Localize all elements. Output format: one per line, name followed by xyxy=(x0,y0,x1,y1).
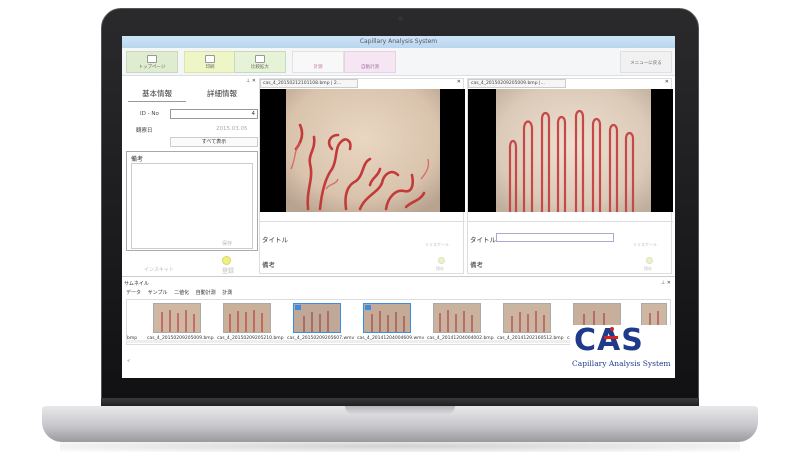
save-icon xyxy=(438,257,445,264)
viewer-divider xyxy=(260,212,465,222)
logo-subtitle: Capillary Analysis System xyxy=(572,359,671,368)
thumbnail-title: サムネイル xyxy=(124,281,149,287)
back-to-menu-button[interactable]: メニューに戻る xyxy=(620,51,672,73)
logo-accent-dot xyxy=(610,327,614,331)
measure-label: 計測 xyxy=(313,65,323,70)
laptop-notch xyxy=(345,406,455,414)
viewer-save-button[interactable]: 保存 xyxy=(436,266,444,272)
tab-data[interactable]: データ xyxy=(126,290,141,296)
viewer-memo-label: 備考 xyxy=(262,261,275,269)
capillary-photo-left xyxy=(286,89,440,212)
viewer-title-label: タイトル xyxy=(262,236,288,244)
window-title: Capillary Analysis System xyxy=(122,36,675,48)
scroll-left-icon[interactable]: < xyxy=(127,358,130,363)
toolbar: トップページ 印刷 比較拡大 計測 自動計測 メニューに戻る xyxy=(122,48,675,76)
insert-button[interactable]: インスキャト xyxy=(144,266,174,273)
capillary-image-left xyxy=(260,89,465,212)
tab-detail-info[interactable]: 詳細情報 xyxy=(192,86,252,102)
info-panel: ⊥ ✕ 基本情報 詳細情報 ID - No 4 観察日 2015.03.05 す… xyxy=(124,78,258,275)
image-viewer-right: cas_4_20150209205009.bmp |... ✕ タイトル ミリス… xyxy=(467,78,673,274)
capillary-image-right xyxy=(468,89,673,212)
close-icon[interactable]: ✕ xyxy=(457,79,461,85)
thumbnail-item[interactable] xyxy=(363,303,411,333)
viewer-save-button[interactable]: 保存 xyxy=(644,266,652,272)
compare-label: 比較拡大 xyxy=(251,65,269,70)
mark-button[interactable]: ミリスケール xyxy=(425,242,449,248)
app-screen: Capillary Analysis System トップページ 印刷 比較拡大… xyxy=(122,36,675,378)
tab-basic-info[interactable]: 基本情報 xyxy=(128,86,186,102)
print-label: 印刷 xyxy=(205,65,215,70)
viewer-memo-label: 備考 xyxy=(470,261,483,269)
memo-save-button[interactable]: 保存 xyxy=(222,240,232,247)
tab-measure[interactable]: 計測 xyxy=(222,290,232,296)
thumbnail-image xyxy=(434,304,480,332)
register-icon xyxy=(222,256,231,265)
measure-button[interactable]: 計測 xyxy=(292,51,344,73)
memo-textarea[interactable]: 保存 xyxy=(131,163,253,249)
date-label: 観察日 xyxy=(136,128,153,134)
tab-auto-measure[interactable]: 自動計測 xyxy=(196,290,216,296)
auto-measure-button[interactable]: 自動計測 xyxy=(344,51,396,73)
print-button[interactable]: 印刷 xyxy=(184,51,236,73)
mark-button[interactable]: ミリスケール xyxy=(633,242,657,248)
thumbnail-item[interactable] xyxy=(223,303,271,333)
image-viewer-left: cas_4_20150212101108.bmp | 2... ✕ タイトル ミ… xyxy=(259,78,465,274)
viewer-divider xyxy=(468,212,673,222)
register-button[interactable]: 登録 xyxy=(222,266,234,275)
memo-box: 備考 保存 xyxy=(126,151,258,251)
thumbnail-tabs: データ サンプル 二値化 自動計測 計測 xyxy=(126,289,237,296)
viewer-title-label: タイトル xyxy=(470,236,496,244)
home-icon xyxy=(147,55,157,63)
top-page-label: トップページ xyxy=(138,65,166,70)
thumbnail-item[interactable] xyxy=(503,303,551,333)
thumbnail-image xyxy=(154,304,200,332)
thumbnail-item[interactable] xyxy=(153,303,201,333)
save-icon xyxy=(646,257,653,264)
tab-binarize[interactable]: 二値化 xyxy=(174,290,189,296)
logo-text: CAS xyxy=(574,323,644,358)
date-value[interactable]: 2015.03.05 xyxy=(216,126,248,132)
pin-close-icon[interactable]: ⊥ ✕ xyxy=(246,78,256,84)
viewer-tab-right[interactable]: cas_4_20150209205009.bmp |... xyxy=(468,79,566,88)
printer-icon xyxy=(205,55,215,63)
pin-close-icon[interactable]: ⊥ ✕ xyxy=(661,280,671,286)
top-page-button[interactable]: トップページ xyxy=(126,51,178,73)
compare-button[interactable]: 比較拡大 xyxy=(234,51,286,73)
tab-sample[interactable]: サンプル xyxy=(148,290,168,296)
thumbnail-item[interactable] xyxy=(433,303,481,333)
thumbnail-item[interactable] xyxy=(293,303,341,333)
title-input[interactable] xyxy=(496,233,614,242)
auto-measure-label: 自動計測 xyxy=(361,65,379,70)
viewer-tab-left[interactable]: cas_4_20150212101108.bmp | 2... xyxy=(260,79,358,88)
camera-icon xyxy=(398,16,403,21)
thumbnail-image xyxy=(364,304,410,332)
logo-accent-bar xyxy=(604,336,618,339)
capillary-photo-right xyxy=(496,89,651,212)
thumbnail-image xyxy=(294,304,340,332)
close-icon[interactable]: ✕ xyxy=(665,79,669,85)
thumbnail-image xyxy=(504,304,550,332)
compare-icon xyxy=(255,55,265,63)
show-all-button[interactable]: すべて表示 xyxy=(170,137,258,147)
cas-logo: CAS Capillary Analysis System xyxy=(570,325,675,375)
thumbnail-image xyxy=(224,304,270,332)
memo-label: 備考 xyxy=(131,156,144,163)
id-label: ID - No xyxy=(140,111,159,117)
id-field[interactable]: 4 xyxy=(170,109,258,119)
